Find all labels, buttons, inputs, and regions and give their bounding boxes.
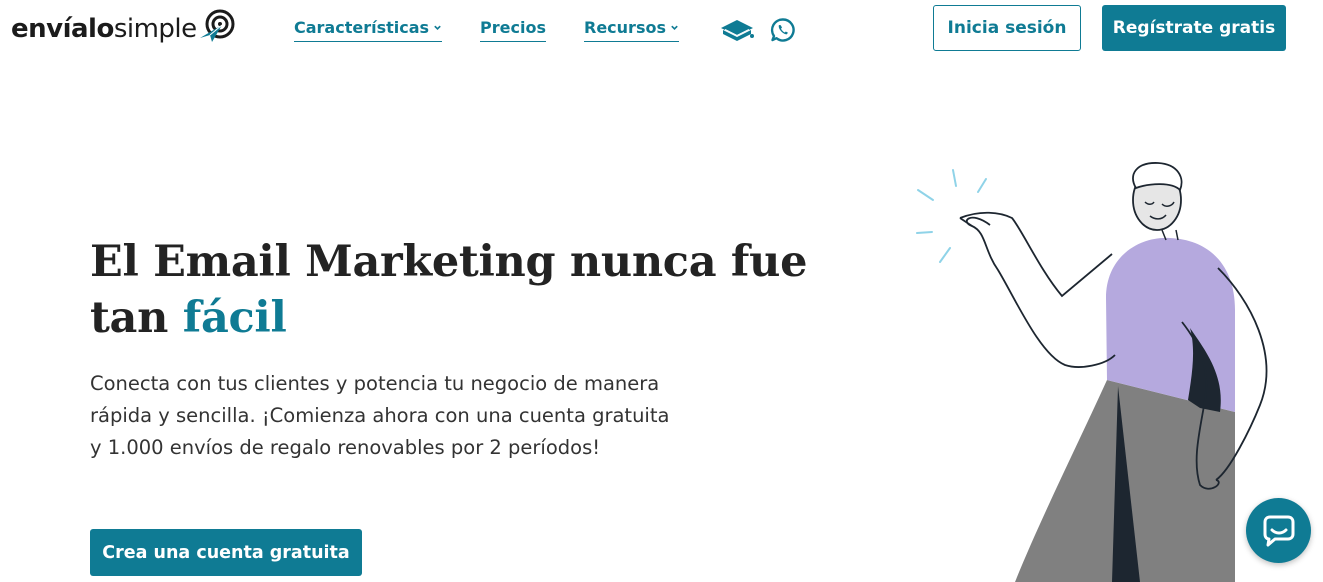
chevron-down-icon: [671, 25, 678, 30]
chat-icon: [1263, 515, 1294, 546]
book-icon[interactable]: [719, 16, 755, 44]
chat-button[interactable]: [1246, 498, 1311, 563]
login-button[interactable]: Inicia sesión: [933, 5, 1081, 51]
site-logo[interactable]: envíalosimple: [11, 9, 236, 48]
main-nav: Características Precios Recursos: [294, 16, 801, 44]
register-button[interactable]: Regístrate gratis: [1102, 5, 1286, 51]
hero-title: El Email Marketing nunca fue tan fácil: [90, 237, 808, 343]
site-header: envíalosimple Características Precios Re…: [0, 0, 1323, 60]
logo-wordmark: envíalosimple: [11, 14, 197, 44]
hero-description: Conecta con tus clientes y potencia tu n…: [90, 372, 670, 459]
create-account-button[interactable]: Crea una cuenta gratuita: [90, 529, 362, 576]
nav-item-precios[interactable]: Precios: [480, 18, 546, 42]
nav-item-recursos[interactable]: Recursos: [584, 18, 679, 42]
whatsapp-icon[interactable]: [765, 16, 801, 44]
chevron-down-icon: [434, 25, 441, 30]
nav-item-caracteristicas[interactable]: Características: [294, 18, 443, 42]
target-paperplane-icon: [199, 9, 235, 42]
